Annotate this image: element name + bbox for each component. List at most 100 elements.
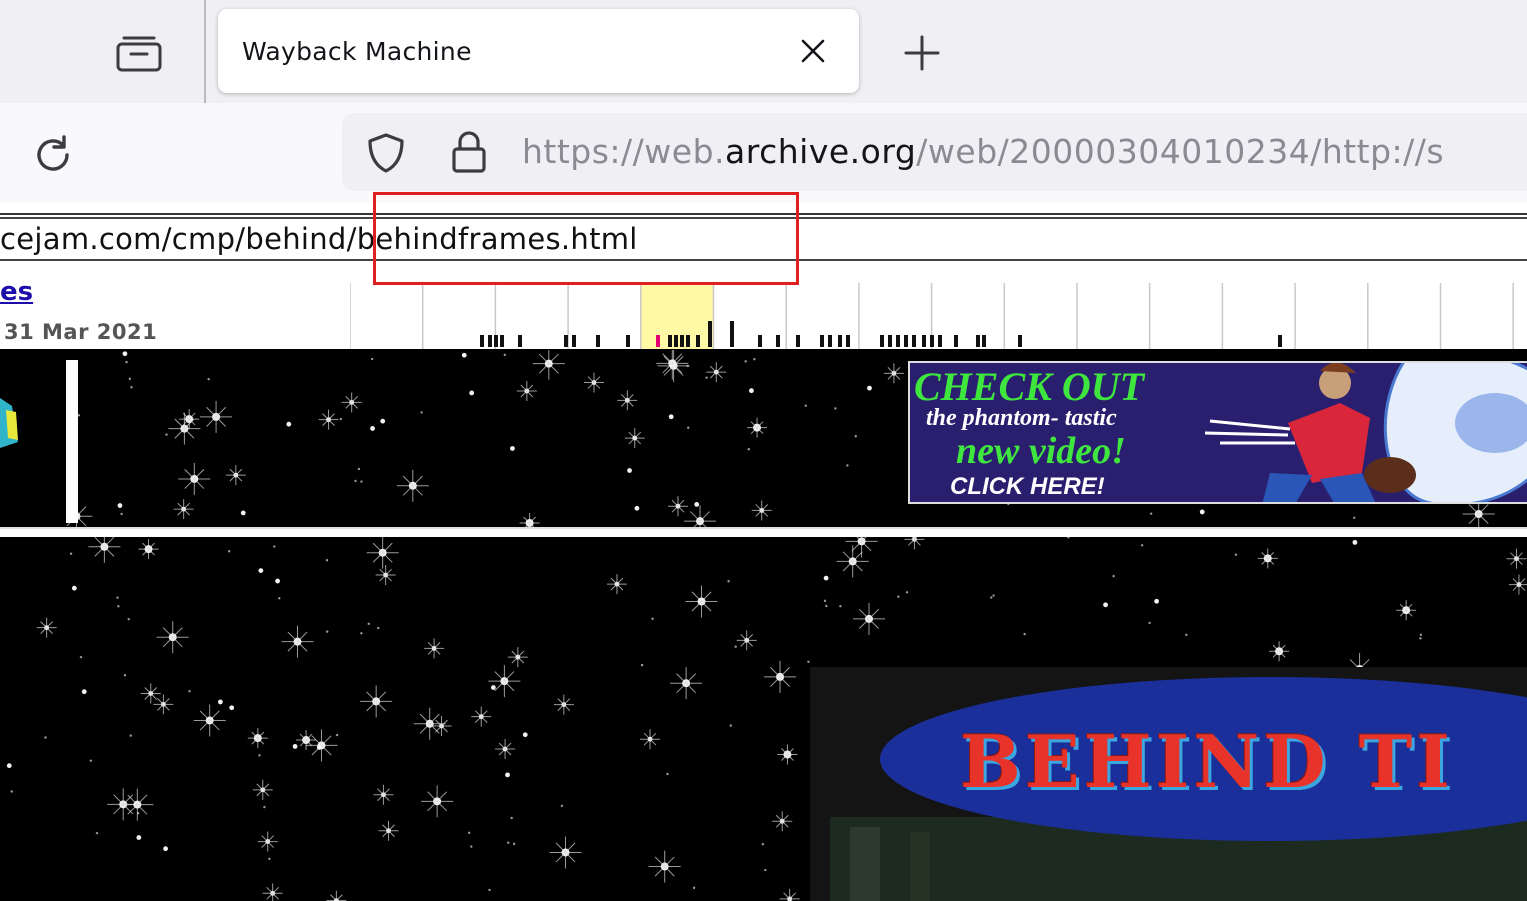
star bbox=[503, 353, 507, 357]
tab-wayback-machine[interactable]: Wayback Machine bbox=[218, 9, 859, 93]
capture-bar bbox=[564, 335, 568, 347]
star bbox=[753, 358, 756, 361]
star bbox=[905, 591, 909, 594]
star bbox=[779, 888, 800, 901]
star bbox=[292, 744, 298, 749]
tab-list-icon[interactable] bbox=[110, 30, 168, 78]
star bbox=[764, 660, 797, 693]
star bbox=[469, 390, 475, 396]
star bbox=[335, 733, 339, 737]
star bbox=[69, 552, 73, 555]
star bbox=[163, 846, 168, 852]
star bbox=[727, 580, 730, 583]
star bbox=[1112, 574, 1115, 578]
star bbox=[904, 537, 925, 550]
star bbox=[488, 665, 521, 698]
ad-line-2: the phantom- tastic bbox=[926, 405, 1117, 431]
ad-line-3: new video! bbox=[956, 430, 1126, 472]
star bbox=[421, 785, 454, 818]
address-bar[interactable]: https://web.archive.org/web/200003040102… bbox=[342, 113, 1527, 191]
star bbox=[706, 362, 727, 383]
star bbox=[807, 660, 810, 663]
star bbox=[836, 545, 869, 578]
video-ad-banner[interactable]: CHECK OUT the phantom- tastic new video!… bbox=[908, 361, 1527, 504]
star bbox=[136, 812, 140, 815]
star bbox=[354, 479, 357, 483]
star bbox=[685, 585, 718, 618]
star bbox=[507, 647, 528, 668]
tracking-protection-shield-icon[interactable] bbox=[364, 131, 408, 175]
star bbox=[370, 357, 374, 361]
star bbox=[553, 694, 574, 715]
wayback-toolbar: cejam.com/cmp/behind/behindframes.html e… bbox=[0, 203, 1527, 349]
star bbox=[188, 690, 191, 693]
lock-icon[interactable] bbox=[447, 129, 491, 175]
star bbox=[263, 805, 266, 809]
star bbox=[692, 886, 696, 890]
capture-sparkline[interactable] bbox=[350, 283, 1527, 349]
capture-bar bbox=[494, 335, 498, 347]
star bbox=[519, 512, 540, 527]
behind-the-frames-banner: BEHIND TI bbox=[810, 667, 1527, 901]
star bbox=[804, 404, 807, 407]
captures-link[interactable]: es bbox=[0, 277, 33, 307]
star bbox=[367, 622, 370, 626]
archived-main-frame: BEHIND TI bbox=[0, 537, 1527, 901]
star bbox=[156, 621, 189, 654]
capture-bar bbox=[674, 335, 678, 347]
star bbox=[992, 594, 995, 597]
tab-strip: Wayback Machine bbox=[0, 0, 1527, 103]
star bbox=[845, 537, 878, 558]
url-prefix: https://web. bbox=[522, 132, 726, 171]
star bbox=[852, 602, 885, 635]
star bbox=[77, 414, 81, 417]
star bbox=[461, 352, 467, 358]
star bbox=[117, 503, 123, 508]
close-tab-icon[interactable] bbox=[793, 31, 833, 71]
capture-bar bbox=[1018, 335, 1022, 347]
star bbox=[744, 360, 747, 363]
capture-bar bbox=[696, 335, 700, 347]
star bbox=[1269, 641, 1290, 662]
star bbox=[854, 435, 857, 438]
star bbox=[200, 400, 233, 433]
star bbox=[71, 585, 77, 591]
capture-bar bbox=[730, 321, 734, 347]
reload-icon[interactable] bbox=[26, 129, 80, 181]
frame-divider[interactable] bbox=[66, 360, 78, 523]
tab-title: Wayback Machine bbox=[242, 37, 472, 66]
star bbox=[258, 568, 264, 573]
star bbox=[684, 505, 717, 527]
star bbox=[257, 831, 278, 852]
star bbox=[510, 446, 515, 451]
star bbox=[286, 421, 292, 427]
capture-bar bbox=[686, 335, 690, 347]
star bbox=[1419, 633, 1423, 636]
star bbox=[79, 655, 83, 659]
star bbox=[749, 388, 754, 394]
star bbox=[1067, 537, 1070, 539]
star bbox=[560, 804, 564, 808]
star bbox=[825, 604, 828, 608]
star bbox=[512, 842, 516, 846]
star bbox=[1149, 512, 1153, 515]
star bbox=[252, 779, 273, 800]
capture-bar bbox=[758, 335, 762, 347]
star bbox=[117, 605, 120, 608]
star bbox=[668, 414, 674, 420]
star bbox=[624, 428, 645, 449]
star bbox=[36, 617, 57, 638]
star bbox=[377, 626, 380, 630]
banner-title: BEHIND TI bbox=[960, 719, 1455, 804]
wayback-url-field[interactable]: cejam.com/cmp/behind/behindframes.html bbox=[0, 217, 1527, 261]
capture-bar bbox=[518, 335, 522, 347]
capture-bar bbox=[488, 335, 492, 347]
star bbox=[1506, 548, 1527, 569]
new-tab-plus-icon[interactable] bbox=[895, 30, 949, 76]
star bbox=[1257, 548, 1278, 569]
star bbox=[734, 645, 737, 648]
capture-bar bbox=[572, 335, 576, 347]
star bbox=[670, 667, 703, 700]
star bbox=[1508, 574, 1527, 595]
star bbox=[95, 831, 99, 835]
